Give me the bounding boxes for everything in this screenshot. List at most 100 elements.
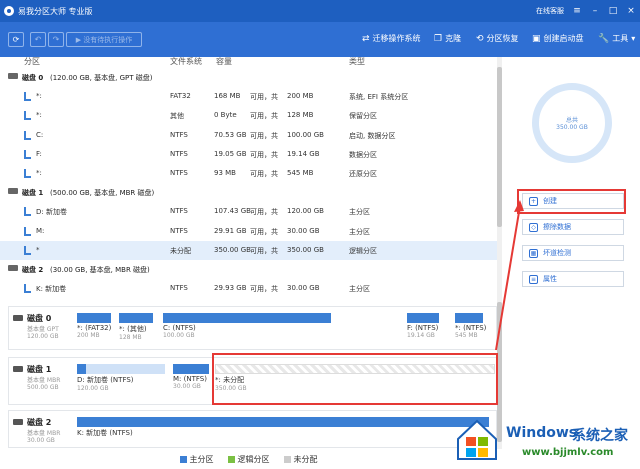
clone-label: 克隆 [445, 34, 462, 43]
partition-row[interactable]: F: NTFS 19.05 GB 可用，共 19.14 GB 数据分区 [0, 145, 497, 164]
partition-block-name: C: (NTFS) [163, 324, 196, 332]
menu-icon[interactable]: ≡ [572, 6, 582, 16]
partition-recovery-button[interactable]: ⟲ 分区恢复 [476, 33, 519, 44]
partition-row[interactable]: *: FAT32 168 MB 可用，共 200 MB 系统, EFI 系统分区 [0, 87, 497, 106]
bad-sector-check-label: 坏道检测 [543, 249, 571, 257]
partition-block[interactable]: K: 新加卷 (NTFS) [77, 417, 491, 438]
partition-total: 200 MB [287, 92, 314, 101]
toolbar: ⟳ ↶ ↷ ▶ 没有待执行操作 ⇄ 迁移操作系统 ❐ 克隆 ⟲ 分区恢复 ▣ 创建启动盘… [0, 22, 640, 57]
partition-usage-bar [173, 364, 211, 374]
col-partition[interactable]: 分区 [24, 56, 40, 67]
partition-row[interactable]: *: 其他 0 Byte 可用，共 128 MB 保留分区 [0, 106, 497, 125]
partition-row[interactable]: M: NTFS 29.91 GB 可用，共 30.00 GB 主分区 [0, 222, 497, 241]
partition-type: 主分区 [349, 208, 370, 217]
undo-icon: ↶ [34, 35, 42, 44]
redo-button[interactable]: ↷ [48, 32, 64, 47]
migrate-icon: ⇄ [362, 33, 370, 44]
col-filesystem[interactable]: 文件系统 [170, 56, 202, 67]
properties-action[interactable]: ≡ 属性 [522, 271, 624, 287]
partition-capacity-sep: 可用，共 [250, 208, 278, 217]
recovery-icon: ⟲ [476, 33, 484, 44]
partition-name: *: [36, 169, 42, 177]
partition-block[interactable]: *: (FAT32) 200 MB [77, 313, 113, 339]
info-icon: ≡ [529, 274, 538, 284]
refresh-button[interactable]: ⟳ [8, 32, 24, 47]
partition-free: 70.53 GB [214, 130, 247, 139]
partition-block[interactable]: C: (NTFS) 100.00 GB [163, 313, 333, 339]
execute-button[interactable]: ▶ 没有待执行操作 [66, 32, 142, 47]
partition-name: M: [36, 226, 45, 235]
chevron-down-icon: ▾ [631, 34, 636, 43]
undo-button[interactable]: ↶ [30, 32, 46, 47]
disk-name: 磁盘 1 [22, 189, 44, 198]
tools-label: 工具 [612, 34, 629, 43]
partition-block[interactable]: D: 新加卷 (NTFS) 120.00 GB [77, 364, 167, 392]
partition-row[interactable]: *: NTFS 93 MB 可用，共 545 MB 还原分区 [0, 164, 497, 183]
partition-total: 120.00 GB [287, 207, 324, 216]
close-icon[interactable]: × [626, 6, 636, 16]
create-bootdisk-button[interactable]: ▣ 创建启动盘 [532, 33, 584, 44]
partition-block-name: *: (其他) [119, 325, 147, 333]
maximize-icon[interactable]: □ [608, 6, 618, 16]
highlight-box-unallocated [212, 353, 498, 405]
partition-filesystem: NTFS [170, 226, 188, 235]
wipe-data-action[interactable]: ◇ 擦除数据 [522, 219, 624, 235]
disk-row[interactable]: 磁盘 2 (30.00 GB, 基本盘, MBR 磁盘) [0, 260, 497, 279]
partition-block[interactable]: M: (NTFS) 30.00 GB [173, 364, 211, 390]
app-logo-icon [4, 6, 14, 16]
partition-block[interactable]: *: (其他) 128 MB [119, 313, 155, 341]
wipe-data-label: 擦除数据 [543, 223, 571, 231]
partition-icon [24, 207, 31, 217]
partition-block[interactable]: F: (NTFS) 19.14 GB [407, 313, 441, 339]
partition-block-size: 200 MB [77, 332, 100, 339]
disk-info: (500.00 GB, 基本盘, MBR 磁盘) [50, 189, 155, 198]
partition-total: 30.00 GB [287, 284, 320, 293]
disk-icon [8, 73, 18, 79]
partition-name: K: 新加卷 [36, 285, 67, 294]
disk-map-type: 基本盘 MBR [27, 377, 61, 384]
partition-capacity-sep: 可用，共 [250, 246, 278, 255]
disk-row[interactable]: 磁盘 1 (500.00 GB, 基本盘, MBR 磁盘) [0, 183, 497, 202]
disk-name: 磁盘 2 [22, 266, 44, 274]
partition-row[interactable]: K: 新加卷 NTFS 29.93 GB 可用，共 30.00 GB 主分区 [0, 279, 497, 298]
partition-free: 29.93 GB [214, 284, 247, 293]
execute-label: 没有待执行操作 [83, 35, 133, 44]
legend-primary: 主分区 [179, 454, 214, 465]
partition-block-name: *: (NTFS) [455, 324, 487, 332]
partition-row[interactable]: * 未分配 350.00 GB 可用，共 350.00 GB 逻辑分区 [0, 240, 497, 260]
partition-block-size: 545 MB [455, 332, 478, 339]
partition-block-name: *: (FAT32) [77, 324, 112, 332]
tools-button[interactable]: 🔧 工具 ▾ [598, 33, 635, 44]
partition-total: 128 MB [287, 111, 314, 120]
migrate-os-button[interactable]: ⇄ 迁移操作系统 [362, 33, 421, 44]
usage-fill [77, 313, 111, 323]
partition-recovery-label: 分区恢复 [486, 34, 519, 43]
minimize-icon[interactable]: – [590, 6, 600, 16]
redo-icon: ↷ [52, 35, 60, 44]
bad-sector-check-action[interactable]: ▦ 坏道检测 [522, 245, 624, 261]
partition-free: 19.05 GB [214, 149, 247, 158]
disk-map-name: 磁盘 2 [13, 417, 73, 428]
legend-primary-label: 主分区 [189, 454, 214, 464]
legend-logical: 逻辑分区 [227, 454, 270, 465]
col-capacity[interactable]: 容量 [216, 56, 232, 67]
partition-block[interactable]: *: (NTFS) 545 MB [455, 313, 487, 339]
col-type[interactable]: 类型 [349, 56, 365, 67]
partition-filesystem: NTFS [170, 207, 188, 216]
wrench-icon: 🔧 [598, 33, 610, 44]
partition-icon [24, 149, 31, 159]
partition-capacity-sep: 可用，共 [250, 112, 278, 121]
disk-row[interactable]: 磁盘 0 (120.00 GB, 基本盘, GPT 磁盘) [0, 68, 497, 87]
clone-button[interactable]: ❐ 克隆 [434, 33, 461, 44]
partition-type: 系统, EFI 系统分区 [349, 93, 409, 102]
pointer-arrow [495, 200, 524, 351]
partition-row[interactable]: C: NTFS 70.53 GB 可用，共 100.00 GB 启动, 数据分区 [0, 126, 497, 145]
disk-map-name: 磁盘 0 [13, 313, 73, 324]
column-header: 分区 文件系统 容量 类型 [0, 57, 497, 68]
disk-map-type: 基本盘 GPT [27, 326, 59, 333]
partition-row[interactable]: D: 新加卷 NTFS 107.43 GB 可用，共 120.00 GB 主分区 [0, 202, 497, 221]
partition-capacity-sep: 可用，共 [250, 285, 278, 294]
online-support-link[interactable]: 在线客服 [536, 6, 564, 16]
partition-type: 启动, 数据分区 [349, 131, 396, 140]
partition-icon [24, 111, 31, 121]
